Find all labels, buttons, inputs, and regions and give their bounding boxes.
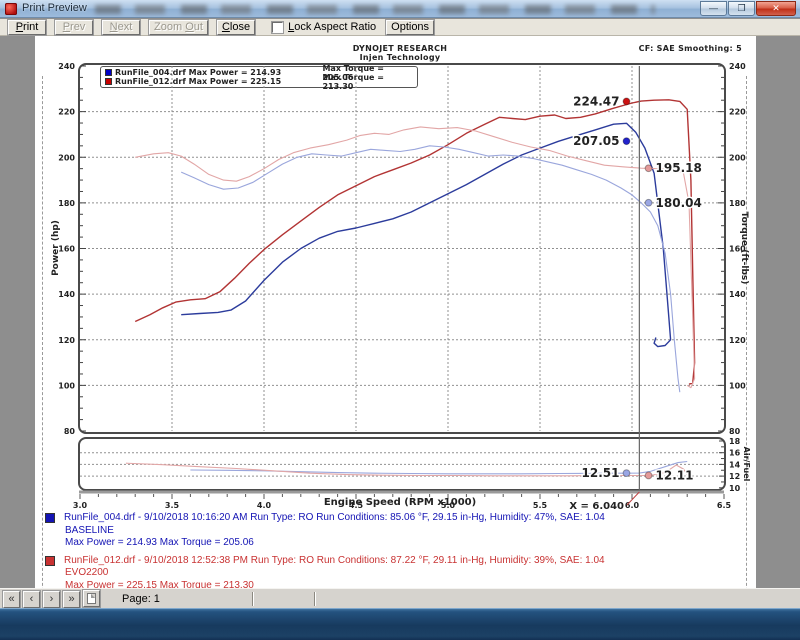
- left-margin-guide: [42, 76, 43, 621]
- taskbar: e ▶ 7 ▲ 2:59 PM 12/12/2018: [0, 608, 800, 640]
- report-header-line2: Injen Technology: [300, 53, 500, 62]
- run-details: RunFile_004.drf - 9/10/2018 10:16:20 AM …: [64, 512, 605, 525]
- run-info-block: RunFile_012.drf - 9/10/2018 12:52:38 PM …: [45, 555, 725, 593]
- lock-aspect-ratio-checkbox[interactable]: [272, 22, 283, 33]
- options-button[interactable]: Options: [386, 20, 434, 35]
- run-info-block: RunFile_004.drf - 9/10/2018 10:16:20 AM …: [45, 512, 725, 550]
- page-icon: [87, 593, 96, 604]
- page-setup-button[interactable]: [83, 590, 100, 607]
- app-icon: [5, 3, 17, 15]
- window-title: Print Preview: [22, 2, 87, 14]
- legend-row: RunFile_012.drf Max Power = 225.15Max To…: [105, 77, 413, 86]
- run-max-values: Max Power = 214.93 Max Torque = 205.06: [65, 537, 725, 550]
- page-number-label: Page: 1: [122, 593, 192, 605]
- run-swatch: [45, 556, 55, 566]
- status-separator: [314, 592, 316, 606]
- prev-page-button[interactable]: ‹: [23, 591, 40, 608]
- first-page-button[interactable]: «: [3, 591, 20, 608]
- legend-file-power: RunFile_004.drf Max Power = 214.93: [115, 68, 322, 77]
- next-page-button[interactable]: ›: [43, 591, 60, 608]
- print-button[interactable]: Print: [8, 20, 46, 35]
- prev-button[interactable]: Prev: [55, 20, 93, 35]
- chart-legend: RunFile_004.drf Max Power = 214.93Max To…: [100, 66, 418, 88]
- blurred-title-text: [95, 5, 655, 14]
- legend-swatch: [105, 69, 112, 76]
- legend-swatch: [105, 78, 112, 85]
- restore-button[interactable]: ❐: [728, 1, 755, 16]
- toolbar: Print Prev Next Zoom Out Close Lock Aspect Ra…: [0, 19, 800, 36]
- legend-file-power: RunFile_012.drf Max Power = 225.15: [115, 77, 322, 86]
- last-page-button[interactable]: »: [63, 591, 80, 608]
- close-window-button[interactable]: ✕: [756, 1, 796, 16]
- report-header-line1: DYNOJET RESEARCH: [300, 44, 500, 53]
- right-margin-guide: [746, 76, 747, 621]
- run-name: BASELINE: [65, 525, 725, 538]
- zoom-out-button[interactable]: Zoom Out: [149, 20, 208, 35]
- next-button[interactable]: Next: [102, 20, 140, 35]
- minimize-button[interactable]: —: [700, 1, 727, 16]
- close-button[interactable]: Close: [217, 20, 255, 35]
- status-bar: «‹›» Page: 1: [0, 588, 800, 608]
- title-bar: Print Preview — ❐ ✕: [0, 0, 800, 18]
- lock-aspect-ratio-group: Lock Aspect Ratio: [272, 21, 376, 33]
- run-name: EVO2200: [65, 567, 725, 580]
- run-info-section: RunFile_004.drf - 9/10/2018 10:16:20 AM …: [45, 512, 725, 597]
- status-separator: [252, 592, 254, 606]
- run-details: RunFile_012.drf - 9/10/2018 12:52:38 PM …: [64, 555, 605, 568]
- print-preview-window: Print Preview — ❐ ✕ Print Prev Next Zoom Ou…: [0, 0, 800, 640]
- legend-torque: Max Torque = 213.30: [322, 73, 413, 91]
- preview-page: [35, 36, 756, 588]
- lock-aspect-ratio-label: Lock Aspect Ratio: [288, 21, 376, 33]
- report-smoothing-label: CF: SAE Smoothing: 5: [639, 44, 742, 53]
- run-swatch: [45, 513, 55, 523]
- page-nav-buttons: «‹›»: [0, 589, 80, 608]
